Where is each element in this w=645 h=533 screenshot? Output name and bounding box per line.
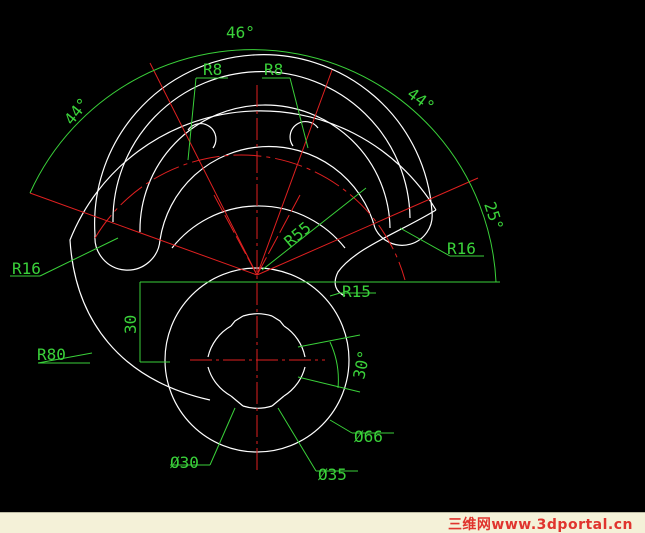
cad-drawing: 46° 44° 44° 25° R8 R8 R16 R16 R55 R15 R8…: [10, 23, 507, 484]
slot-left-end-r16: [94, 234, 161, 271]
radius-r8-left: R8: [203, 60, 222, 79]
cad-drawing-canvas: 46° 44° 44° 25° R8 R8 R16 R16 R55 R15 R8…: [0, 0, 645, 533]
angle-30-slot: 30°: [349, 349, 374, 381]
diameter-66: Ø66: [354, 427, 383, 446]
diameter-30: Ø30: [170, 453, 199, 472]
window-inner-arc: [139, 104, 391, 233]
angle-44-left: 44°: [60, 94, 93, 128]
slot-outer-arc: [94, 54, 433, 236]
watermark-text: 三维网www.3dportal.cn: [447, 517, 633, 533]
part-outline: [69, 54, 437, 453]
radius-r16-right: R16: [447, 239, 476, 258]
radius-r80: R80: [37, 345, 66, 364]
angle-25: 25°: [480, 199, 507, 232]
slot-inner-arc: [159, 145, 376, 241]
angle-46: 46°: [226, 23, 255, 42]
radius-r15: R15: [342, 282, 371, 301]
outer-arc-r80: [69, 110, 437, 401]
window-left-end-r8: [187, 123, 217, 149]
radius-r16-left: R16: [12, 259, 41, 278]
inner-arc-r55: [171, 205, 346, 249]
radius-r8-right: R8: [264, 60, 283, 79]
center-lines: [29, 62, 479, 470]
length-30: 30: [121, 315, 140, 334]
angle-44-right: 44°: [404, 84, 439, 116]
footer-bar: 三维网www.3dportal.cn: [0, 512, 645, 533]
diameter-35: Ø35: [318, 465, 347, 484]
